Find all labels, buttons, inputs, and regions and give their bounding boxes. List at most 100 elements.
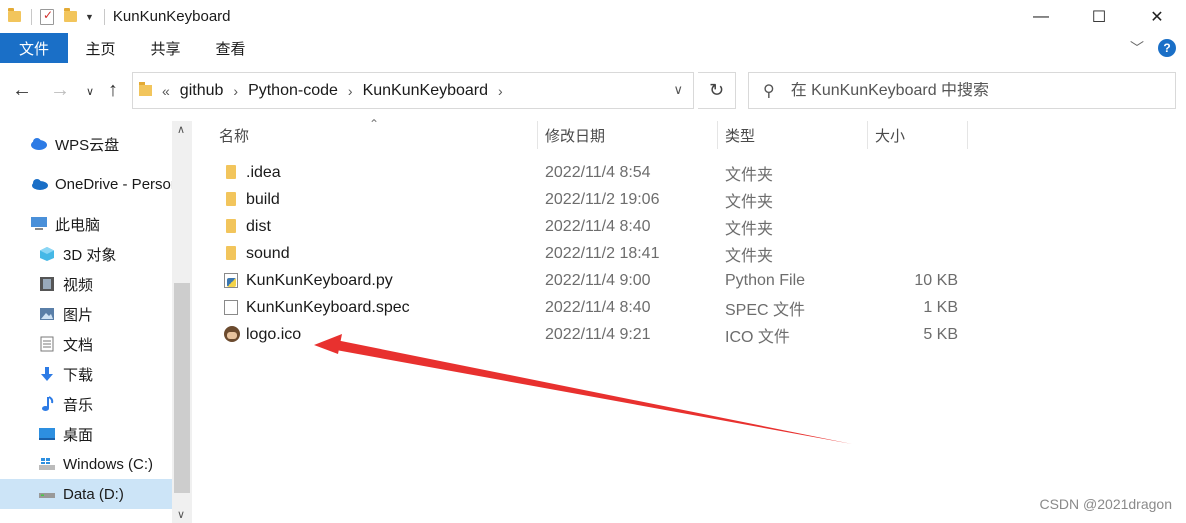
toolbar-divider — [31, 8, 32, 25]
file-modified: 2022/11/2 19:06 — [545, 190, 660, 208]
navigation-bar: ← → ∨ ↑ « github › Python-code › KunKunK… — [0, 63, 1186, 121]
file-row-sound[interactable]: sound 2022/11/2 18:41 文件夹 — [192, 240, 1186, 267]
recent-locations-chevron-icon[interactable]: ∨ — [86, 85, 94, 98]
sidebar-item-downloads[interactable]: 下载 — [0, 359, 172, 389]
onedrive-icon — [30, 176, 48, 192]
sidebar-item-videos[interactable]: 视频 — [0, 269, 172, 299]
sidebar-item-label: 下载 — [63, 366, 94, 384]
sidebar-item-this-pc[interactable]: 此电脑 — [0, 209, 172, 239]
pictures-icon — [38, 306, 56, 322]
search-box[interactable]: ⚲ — [748, 72, 1176, 109]
file-type: 文件夹 — [725, 193, 774, 211]
help-icon[interactable]: ? — [1158, 39, 1176, 57]
file-type: 文件夹 — [725, 247, 774, 265]
search-input[interactable] — [790, 81, 1151, 100]
sidebar-scrollbar[interactable]: ∧ ∨ — [172, 121, 192, 523]
sidebar-item-music[interactable]: 音乐 — [0, 389, 172, 419]
file-type: 文件夹 — [725, 166, 774, 184]
tab-file[interactable]: 文件 — [0, 33, 68, 63]
sidebar-item-label: 图片 — [63, 306, 94, 324]
quick-access-toolbar: ▼ — [0, 8, 113, 25]
folder-icon — [226, 165, 236, 179]
properties-icon[interactable] — [40, 8, 54, 25]
sidebar-item-documents[interactable]: 文档 — [0, 329, 172, 359]
folder-icon — [226, 192, 236, 206]
file-type: Python File — [725, 271, 806, 289]
3d-objects-icon — [38, 246, 56, 262]
refresh-button[interactable]: ↻ — [698, 72, 736, 109]
file-row-idea[interactable]: .idea 2022/11/4 8:54 文件夹 — [192, 159, 1186, 186]
breadcrumb-kunkunkeyboard[interactable]: KunKunKeyboard — [363, 82, 488, 100]
maximize-button[interactable]: ☐ — [1070, 0, 1128, 33]
sidebar-item-label: 音乐 — [63, 396, 94, 414]
file-row-logo-ico[interactable]: logo.ico 2022/11/4 9:21 ICO 文件 5 KB — [192, 321, 1186, 348]
file-row-build[interactable]: build 2022/11/2 19:06 文件夹 — [192, 186, 1186, 213]
toolbar-divider — [103, 8, 105, 25]
new-folder-icon[interactable] — [64, 8, 77, 22]
breadcrumb-separator[interactable]: › — [233, 83, 238, 99]
window-title: KunKunKeyboard — [112, 8, 231, 25]
forward-arrow-icon[interactable]: → — [50, 79, 70, 102]
column-header-modified[interactable]: 修改日期 — [545, 121, 717, 149]
file-row-kunkunkeyboard-py[interactable]: KunKunKeyboard.py 2022/11/4 9:00 Python … — [192, 267, 1186, 294]
sidebar-item-label: 此电脑 — [55, 216, 101, 234]
address-dropdown-chevron-icon[interactable]: ∨ — [673, 82, 683, 98]
sidebar-item-windows-c[interactable]: Windows (C:) — [0, 449, 172, 479]
breadcrumb-github[interactable]: github — [180, 82, 224, 100]
sidebar-item-3d-objects[interactable]: 3D 对象 — [0, 239, 172, 269]
file-modified: 2022/11/4 9:21 — [545, 325, 651, 343]
minimize-button[interactable]: — — [1012, 0, 1070, 33]
window-controls: — ☐ ✕ — [1012, 0, 1186, 33]
search-icon: ⚲ — [763, 82, 775, 100]
computer-icon — [30, 216, 48, 232]
file-name: logo.ico — [246, 325, 302, 343]
ico-file-icon — [224, 326, 240, 342]
column-divider[interactable] — [717, 121, 718, 149]
column-header-size[interactable]: 大小 — [875, 121, 967, 149]
column-divider[interactable] — [967, 121, 968, 149]
breadcrumb-separator[interactable]: › — [498, 83, 503, 99]
folder-icon — [139, 82, 152, 96]
close-button[interactable]: ✕ — [1128, 0, 1186, 33]
folder-icon — [226, 219, 236, 233]
music-icon — [38, 396, 56, 412]
scrollbar-thumb[interactable] — [174, 283, 190, 493]
file-row-kunkunkeyboard-spec[interactable]: KunKunKeyboard.spec 2022/11/4 8:40 SPEC … — [192, 294, 1186, 321]
sidebar-item-label: 桌面 — [63, 426, 94, 444]
back-arrow-icon[interactable]: ← — [12, 79, 32, 102]
column-divider[interactable] — [867, 121, 868, 149]
customize-toolbar-chevron-icon[interactable]: ▼ — [85, 12, 94, 22]
overflow-crumb[interactable]: « — [162, 83, 170, 99]
column-header-type[interactable]: 类型 — [725, 121, 867, 149]
file-size — [872, 186, 958, 213]
documents-icon — [38, 336, 56, 352]
sidebar-item-onedrive[interactable]: OneDrive - Personal — [0, 169, 172, 199]
tab-share[interactable]: 共享 — [133, 33, 198, 63]
tab-home[interactable]: 主页 — [68, 33, 133, 63]
up-arrow-icon[interactable]: ↑ — [108, 79, 118, 102]
file-modified: 2022/11/2 18:41 — [545, 244, 660, 262]
address-bar[interactable]: « github › Python-code › KunKunKeyboard … — [132, 72, 694, 109]
download-icon — [38, 366, 56, 382]
scroll-up-chevron-icon[interactable]: ∧ — [177, 123, 185, 136]
sidebar-item-pictures[interactable]: 图片 — [0, 299, 172, 329]
breadcrumb-python-code[interactable]: Python-code — [248, 82, 338, 100]
sidebar-item-wps-cloud[interactable]: WPS云盘 — [0, 129, 172, 159]
file-type: SPEC 文件 — [725, 301, 806, 319]
sidebar-item-data-d[interactable]: Data (D:) — [0, 479, 172, 509]
file-modified: 2022/11/4 8:54 — [545, 163, 651, 181]
expand-ribbon-chevron-icon[interactable]: ﹀ — [1130, 38, 1144, 58]
scroll-down-chevron-icon[interactable]: ∨ — [177, 508, 185, 521]
video-icon — [38, 276, 56, 292]
column-header-name[interactable]: 名称 — [219, 121, 537, 149]
file-size — [872, 159, 958, 186]
breadcrumb-separator[interactable]: › — [348, 83, 353, 99]
title-bar: ▼ KunKunKeyboard — ☐ ✕ — [0, 0, 1186, 33]
file-icon — [224, 300, 238, 315]
sidebar-item-label: 视频 — [63, 276, 94, 294]
file-name: KunKunKeyboard.spec — [246, 298, 410, 316]
sidebar-item-desktop[interactable]: 桌面 — [0, 419, 172, 449]
column-divider[interactable] — [537, 121, 538, 149]
file-row-dist[interactable]: dist 2022/11/4 8:40 文件夹 — [192, 213, 1186, 240]
tab-view[interactable]: 查看 — [198, 33, 263, 63]
